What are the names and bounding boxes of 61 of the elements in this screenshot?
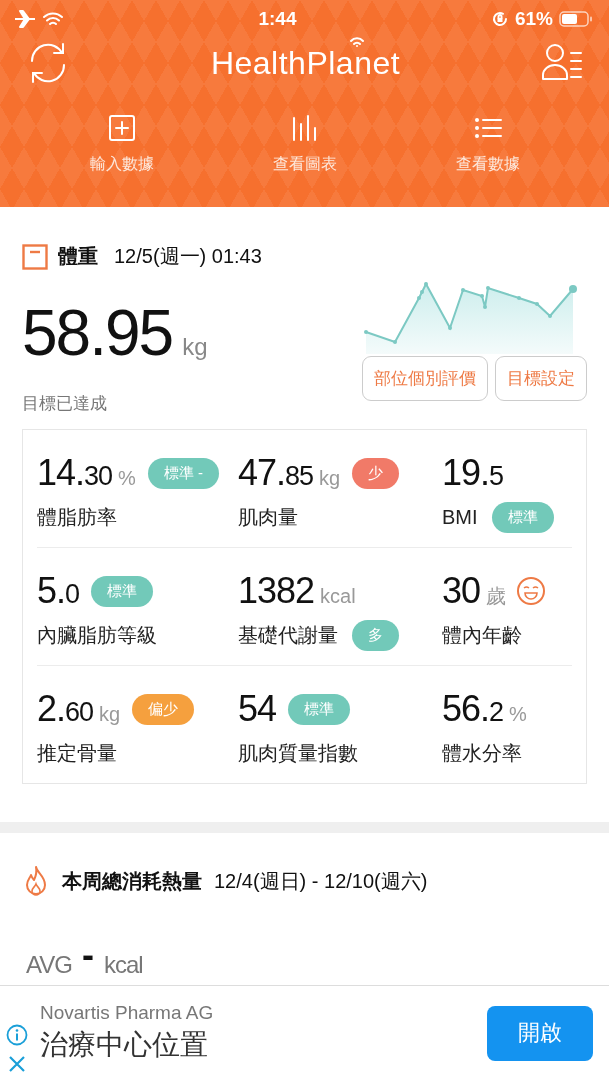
metric-value: 47.85 xyxy=(238,452,314,494)
battery-percent: 61% xyxy=(514,8,553,30)
metric-label: 內臟脂肪等級 xyxy=(37,622,157,648)
weight-unit: kg xyxy=(182,333,208,361)
orientation-lock-icon xyxy=(490,10,509,28)
measurement-date: 12/5(週一) 01:43 xyxy=(114,244,262,269)
outline-button[interactable]: 部位個別評價 xyxy=(362,356,488,401)
metric-unit: 歲 xyxy=(486,583,507,609)
metric-label: BMI xyxy=(442,505,478,529)
ad-headline: 治療中心位置 xyxy=(40,1028,209,1062)
metric-unit: kg xyxy=(99,702,121,726)
average-unit: kcal xyxy=(103,951,143,979)
airplane-icon xyxy=(14,10,36,28)
status-badge: 少 xyxy=(352,457,400,489)
smiley-face-icon xyxy=(516,576,547,606)
metric-label: 體水分率 xyxy=(442,740,522,766)
metric-unit: % xyxy=(509,702,527,726)
average-label: AVG xyxy=(26,951,72,979)
metric-value: 1382 xyxy=(238,570,315,612)
info-icon[interactable] xyxy=(6,1024,28,1046)
metric-unit: kcal xyxy=(320,584,356,608)
advertiser-name: Novartis Pharma AG xyxy=(40,1002,215,1024)
metric-label: 肌肉質量指數 xyxy=(238,740,358,766)
metric-value: 30 xyxy=(442,570,481,612)
metric-value: 14.30 xyxy=(37,452,113,494)
metric-label: 推定骨量 xyxy=(37,740,117,766)
outline-button[interactable]: 目標設定 xyxy=(495,356,587,401)
metric-label: 體脂肪率 xyxy=(37,504,117,530)
close-icon[interactable] xyxy=(7,1054,27,1074)
nav-button[interactable]: 查看圖表 xyxy=(244,112,365,175)
scale-icon xyxy=(22,243,48,270)
wifi-icon xyxy=(42,10,64,28)
status-badge: 多 xyxy=(352,619,399,651)
metric-value: 54 xyxy=(238,688,277,730)
metric-label: 肌肉量 xyxy=(238,504,298,530)
metric-value: 56.2 xyxy=(442,688,504,730)
date-range: 12/4(週日) - 12/10(週六) xyxy=(214,868,428,894)
battery-icon xyxy=(559,10,593,28)
app-logo: HealthPlanet xyxy=(210,44,401,81)
nav-button[interactable]: 輸入數據 xyxy=(61,112,182,175)
weight-value: 58.95 xyxy=(22,296,173,370)
status-time: 1:44 xyxy=(258,8,297,30)
metric-unit: kg xyxy=(319,466,341,490)
status-badge: 標準 xyxy=(91,575,154,607)
status-badge: 標準 xyxy=(288,693,351,725)
status-badge: 偏少 xyxy=(132,693,195,725)
open-button[interactable]: 開啟 xyxy=(487,1005,593,1061)
metric-label: 體內年齡 xyxy=(442,622,522,648)
goal-status: 目標已達成 xyxy=(22,393,108,415)
average-value: - xyxy=(81,937,94,973)
metric-label: 基礎代謝量 xyxy=(238,622,338,648)
metric-value: 5.0 xyxy=(37,570,80,612)
metric-value: 2.60 xyxy=(37,688,94,730)
status-badge: 標準 xyxy=(491,501,554,533)
nav-button[interactable]: 查看數據 xyxy=(427,112,548,175)
section-title: 本周總消耗熱量 xyxy=(62,868,202,894)
status-badge: 標準 - xyxy=(147,457,220,489)
metric-unit: % xyxy=(118,466,136,490)
section-title: 體重 xyxy=(58,244,98,269)
metric-value: 19.5 xyxy=(442,452,504,494)
signal-icon xyxy=(348,34,367,47)
